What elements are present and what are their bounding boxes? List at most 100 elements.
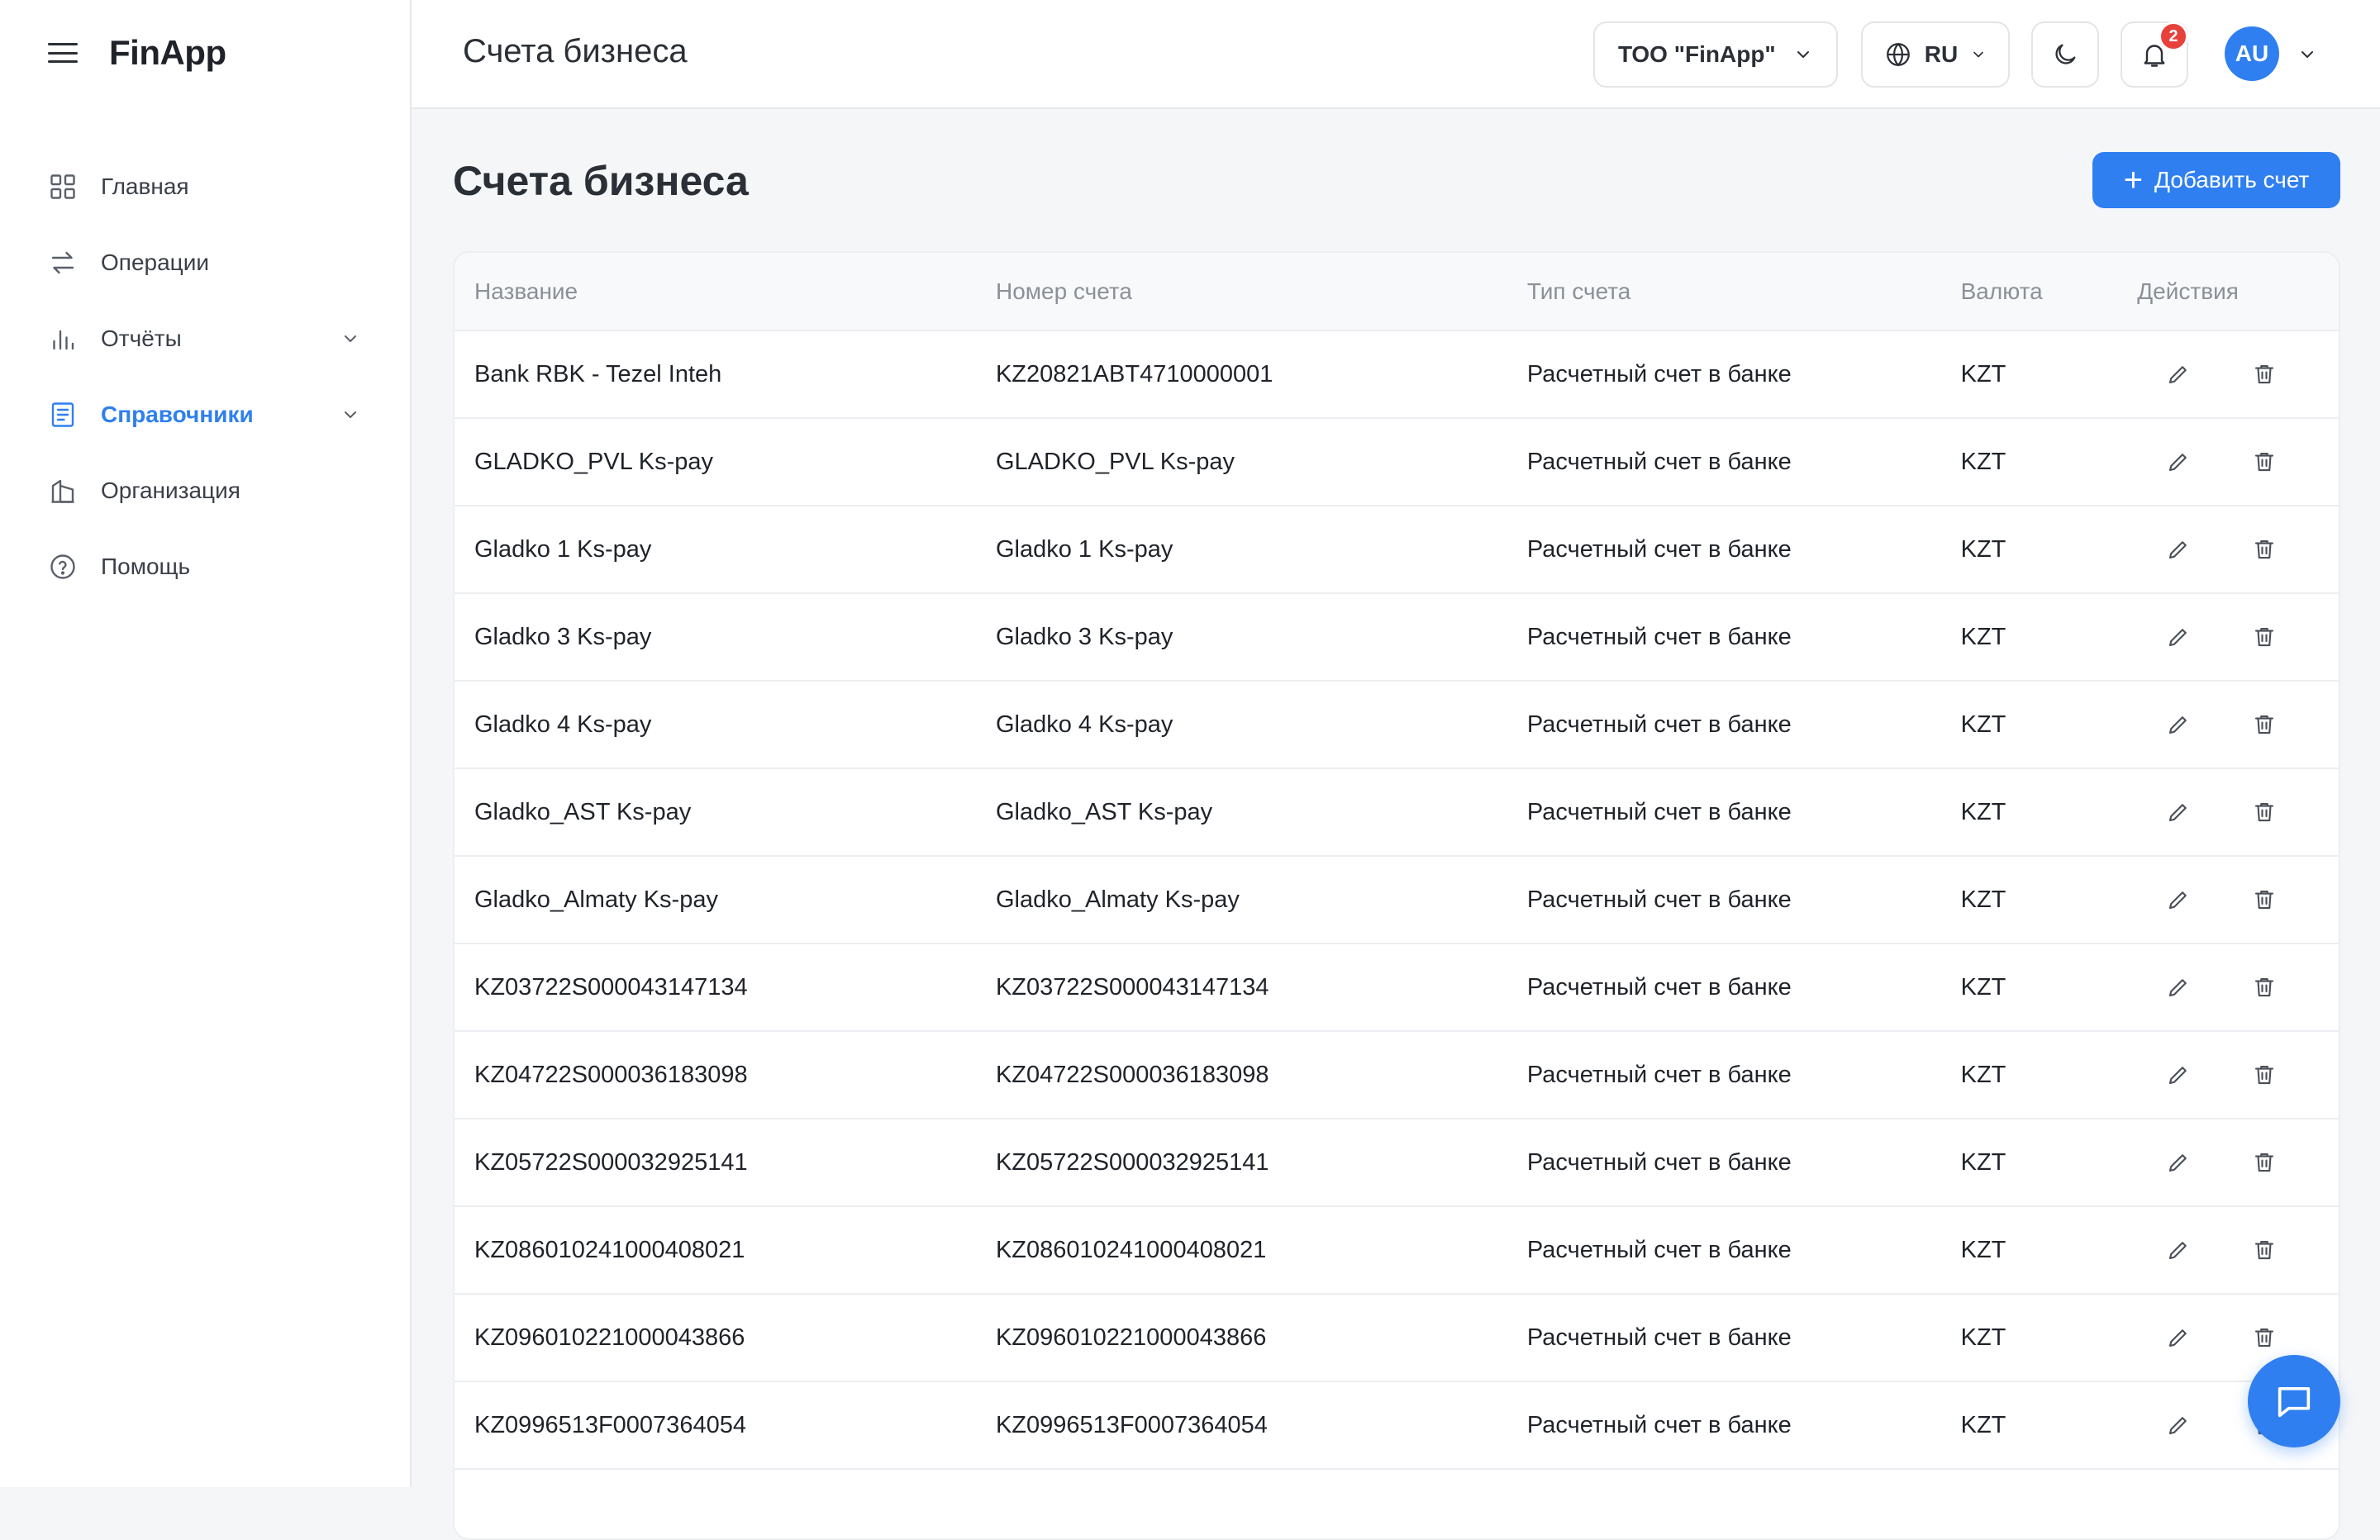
brand: FinApp — [46, 31, 226, 74]
edit-icon[interactable] — [2162, 1409, 2195, 1442]
edit-icon[interactable] — [2162, 445, 2195, 478]
table-row[interactable]: Gladko 4 Ks-pay Gladko 4 Ks-pay Расчетный … — [455, 681, 2339, 769]
user-avatar[interactable]: AU — [2225, 26, 2279, 81]
header-title: Счета бизнеса — [463, 33, 688, 69]
account-name: KZ04722S000036183098 — [455, 1031, 996, 1119]
trash-icon[interactable] — [2248, 1058, 2281, 1091]
trash-icon[interactable] — [2248, 445, 2281, 478]
main-content: Счета бизнеса + Добавить счет Название Н… — [412, 111, 2380, 1540]
trash-icon[interactable] — [2248, 1321, 2281, 1354]
row-actions — [2137, 856, 2339, 944]
edit-icon[interactable] — [2162, 1233, 2195, 1267]
trash-icon[interactable] — [2248, 1146, 2281, 1179]
accounts-table: Название Номер счета Тип счета Валюта Де… — [453, 251, 2340, 1540]
account-number: Gladko 4 Ks-pay — [995, 681, 1527, 769]
column-header-name[interactable]: Название — [455, 253, 996, 331]
account-number: KZ04722S000036183098 — [995, 1031, 1527, 1119]
edit-icon[interactable] — [2162, 1146, 2195, 1179]
chevron-down-icon[interactable] — [340, 405, 360, 425]
trash-icon[interactable] — [2248, 358, 2281, 391]
chat-button[interactable] — [2248, 1355, 2340, 1447]
language-selector[interactable]: RU — [1861, 21, 2010, 88]
chevron-down-icon[interactable] — [2297, 45, 2317, 64]
table-row[interactable]: Bank RBK - Tezel Inteh KZ20821ABT47100000… — [455, 330, 2339, 419]
account-name: Gladko 1 Ks-pay — [455, 506, 996, 594]
account-type: Расчетный счет в банке — [1526, 1294, 1961, 1382]
column-header-number[interactable]: Номер счета — [995, 253, 1527, 331]
table-row[interactable]: KZ096010221000043866 KZ096010221000043866… — [455, 1294, 2339, 1382]
account-number: KZ05722S000032925141 — [995, 1119, 1527, 1207]
table-row[interactable]: Gladko_Almaty Ks-pay Gladko_Almaty Ks-pay… — [455, 856, 2339, 944]
app-logo[interactable]: FinApp — [109, 33, 226, 73]
sidebar-item-directories[interactable]: Справочники — [0, 377, 410, 453]
help-circle-icon — [46, 550, 79, 583]
sidebar-item-reports[interactable]: Отчёты — [0, 301, 410, 377]
account-currency: KZT — [1960, 1206, 2138, 1295]
chevron-down-icon[interactable] — [340, 329, 360, 349]
account-type: Расчетный счет в банке — [1526, 330, 1961, 419]
sidebar-item-label: Справочники — [101, 402, 254, 427]
edit-icon[interactable] — [2162, 1058, 2195, 1091]
account-name: KZ086010241000408021 — [455, 1206, 996, 1295]
account-currency: KZT — [1960, 1294, 2138, 1382]
account-number: GLADKO_PVL Ks-pay — [995, 418, 1527, 506]
trash-icon[interactable] — [2248, 708, 2281, 741]
table-row[interactable]: Gladko 3 Ks-pay Gladko 3 Ks-pay Расчетный … — [455, 593, 2339, 682]
edit-icon[interactable] — [2162, 358, 2195, 391]
sidebar-item-home[interactable]: Главная — [0, 149, 410, 225]
account-currency: KZT — [1960, 1119, 2138, 1207]
sidebar-item-operations[interactable]: Операции — [0, 225, 410, 301]
account-name: KZ05722S000032925141 — [455, 1119, 996, 1207]
hamburger-menu-icon[interactable] — [46, 40, 79, 66]
row-actions — [2137, 1206, 2339, 1295]
account-currency: KZT — [1960, 506, 2138, 594]
column-header-currency[interactable]: Валюта — [1960, 253, 2138, 331]
row-actions — [2137, 330, 2339, 419]
trash-icon[interactable] — [2248, 883, 2281, 916]
theme-toggle-button[interactable] — [2031, 21, 2099, 88]
account-type: Расчетный счет в банке — [1526, 506, 1961, 594]
edit-icon[interactable] — [2162, 620, 2195, 654]
table-row[interactable]: KZ0996513F0007364054 KZ0996513F0007364054… — [455, 1381, 2339, 1470]
sidebar-item-organization[interactable]: Организация — [0, 453, 410, 529]
table-row[interactable]: KZ086010241000408021 KZ086010241000408021… — [455, 1206, 2339, 1295]
sidebar-item-help[interactable]: Помощь — [0, 529, 410, 605]
account-type: Расчетный счет в банке — [1526, 1381, 1961, 1470]
trash-icon[interactable] — [2248, 1233, 2281, 1267]
page-title: Счета бизнеса — [453, 158, 749, 204]
add-account-button[interactable]: + Добавить счет — [2092, 152, 2340, 208]
edit-icon[interactable] — [2162, 1321, 2195, 1354]
edit-icon[interactable] — [2162, 796, 2195, 829]
edit-icon[interactable] — [2162, 971, 2195, 1004]
account-number: KZ20821ABT4710000001 — [995, 330, 1527, 419]
row-actions — [2137, 506, 2339, 594]
edit-icon[interactable] — [2162, 708, 2195, 741]
trash-icon[interactable] — [2248, 533, 2281, 566]
row-actions — [2137, 1119, 2339, 1207]
table-row[interactable]: Gladko_AST Ks-pay Gladko_AST Ks-pay Расчет… — [455, 768, 2339, 857]
notification-badge: 2 — [2159, 21, 2188, 51]
notifications-button[interactable]: 2 — [2121, 21, 2188, 88]
row-actions — [2137, 1031, 2339, 1119]
table-row[interactable]: KZ05722S000032925141 KZ05722S000032925141… — [455, 1119, 2339, 1207]
table-row[interactable]: Gladko 1 Ks-pay Gladko 1 Ks-pay Расчетный … — [455, 506, 2339, 594]
edit-icon[interactable] — [2162, 533, 2195, 566]
table-row[interactable]: KZ04722S000036183098 KZ04722S000036183098… — [455, 1031, 2339, 1119]
trash-icon[interactable] — [2248, 620, 2281, 654]
organization-selector[interactable]: ТОО "FinApp" — [1593, 21, 1838, 88]
account-currency: KZT — [1960, 593, 2138, 682]
table-row[interactable]: GLADKO_PVL Ks-pay GLADKO_PVL Ks-pay Расчет… — [455, 418, 2339, 506]
account-type: Расчетный счет в банке — [1526, 1206, 1961, 1295]
column-header-type[interactable]: Тип счета — [1526, 253, 1961, 331]
account-currency: KZT — [1960, 330, 2138, 419]
sidebar-item-label: Организация — [101, 478, 240, 503]
table-row[interactable]: KZ03722S000043147134 KZ03722S000043147134… — [455, 943, 2339, 1032]
edit-icon[interactable] — [2162, 883, 2195, 916]
trash-icon[interactable] — [2248, 971, 2281, 1004]
account-name: GLADKO_PVL Ks-pay — [455, 418, 996, 506]
account-name: Gladko_AST Ks-pay — [455, 768, 996, 857]
chat-bubble-icon — [2278, 1386, 2311, 1418]
trash-icon[interactable] — [2248, 796, 2281, 829]
account-currency: KZT — [1960, 943, 2138, 1032]
transfer-arrows-icon — [46, 246, 79, 279]
